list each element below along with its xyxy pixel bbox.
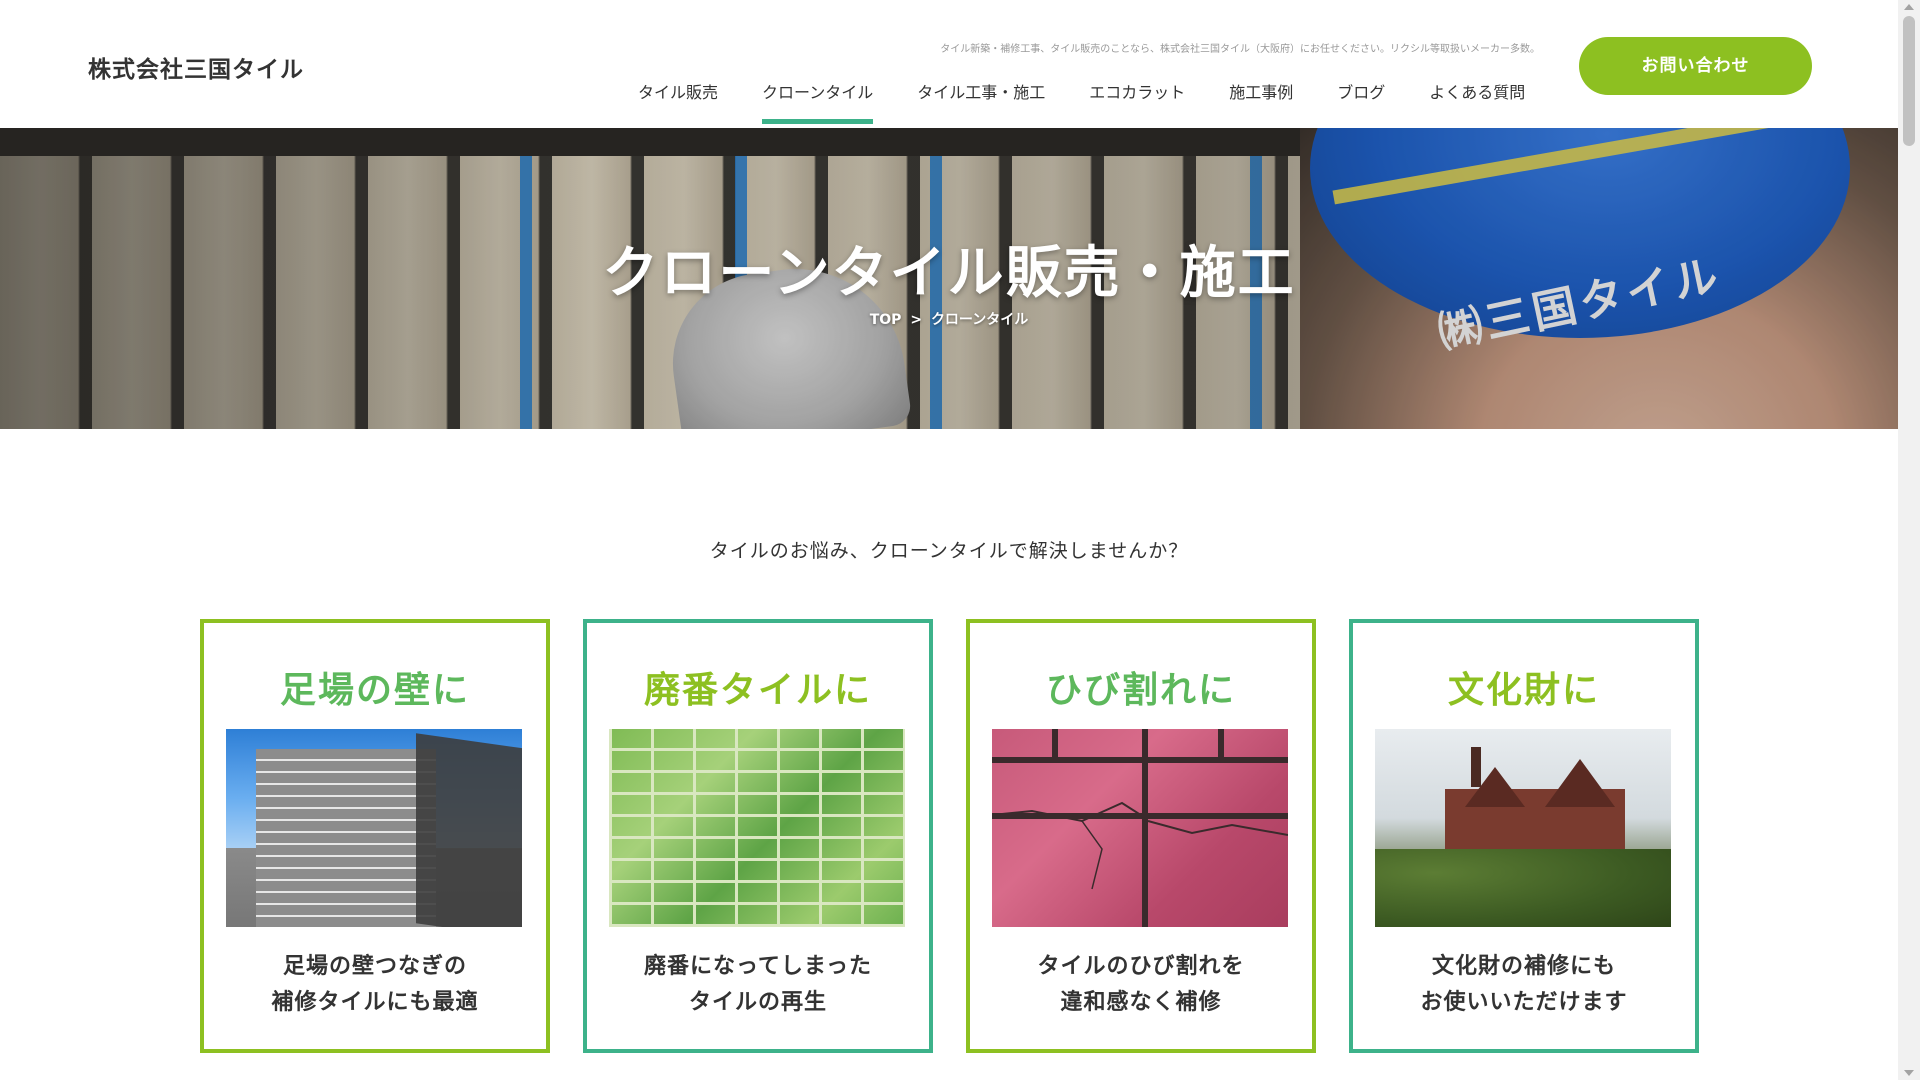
- card-description: 足場の壁つなぎの 補修タイルにも最適: [204, 949, 546, 1021]
- crack-lines: [992, 801, 1288, 890]
- card-line: お使いいただけます: [1420, 990, 1628, 1015]
- breadcrumb: TOP > クローンタイル: [0, 309, 1898, 329]
- card-title: ひび割れに: [1045, 670, 1236, 711]
- card-description: 廃番になってしまった タイルの再生: [587, 949, 929, 1021]
- card-description: タイルのひび割れを 違和感なく補修: [970, 949, 1312, 1021]
- card-title: 文化財に: [1447, 670, 1600, 711]
- contact-button[interactable]: お問い合わせ: [1579, 37, 1812, 95]
- feature-card-cracks: ひび割れに タイルのひび割れを 違和感なく補修: [966, 619, 1316, 1053]
- scaffold-building: [256, 749, 436, 927]
- site-header: 株式会社三国タイル タイル新築・補修工事、タイル販売のことなら、株式会社三国タイ…: [0, 0, 1898, 128]
- nav-item-ecocarat[interactable]: エコカラット: [1067, 80, 1207, 124]
- breadcrumb-home[interactable]: TOP: [870, 312, 902, 328]
- scroll-down-arrow-icon[interactable]: [1904, 1070, 1914, 1076]
- card-title: 足場の壁に: [279, 670, 470, 711]
- card-description: 文化財の補修にも お使いいただけます: [1353, 949, 1695, 1021]
- scaffold-image: [226, 729, 522, 927]
- hero-banner: ㈱三国タイル クローンタイル販売・施工 TOP > クローンタイル: [0, 128, 1898, 429]
- card-line: 文化財の補修にも: [1431, 954, 1616, 979]
- cracked-tile-image: [992, 729, 1288, 927]
- card-line: 違和感なく補修: [1060, 990, 1222, 1015]
- nav-item-case-studies[interactable]: 施工事例: [1207, 80, 1315, 124]
- card-line: 足場の壁つなぎの: [282, 954, 467, 979]
- card-line: タイルの再生: [688, 990, 827, 1015]
- feature-card-heritage: 文化財に 文化財の補修にも お使いいただけます: [1349, 619, 1699, 1053]
- breadcrumb-separator: >: [910, 312, 923, 328]
- site-logo[interactable]: 株式会社三国タイル: [88, 50, 304, 84]
- nav-item-tile-sales[interactable]: タイル販売: [616, 80, 740, 124]
- breadcrumb-current: クローンタイル: [930, 312, 1029, 328]
- heritage-spire: [1471, 747, 1481, 787]
- page-scrollbar[interactable]: [1898, 0, 1920, 1080]
- header-tagline: タイル新築・補修工事、タイル販売のことなら、株式会社三国タイル（大阪府）にお任せ…: [940, 44, 1540, 55]
- heritage-building-image: [1375, 729, 1671, 927]
- lead-text: タイルのお悩み、クローンタイルで解決しませんか？: [709, 540, 1189, 562]
- card-title: 廃番タイルに: [643, 670, 872, 711]
- green-tiles-image: [609, 729, 905, 927]
- card-line: 補修タイルにも最適: [271, 990, 479, 1015]
- scroll-thumb[interactable]: [1903, 16, 1915, 146]
- nav-item-blog[interactable]: ブログ: [1315, 80, 1407, 124]
- nav-item-faq[interactable]: よくある質問: [1407, 80, 1547, 124]
- feature-card-scaffold: 足場の壁に 足場の壁つなぎの 補修タイルにも最適: [200, 619, 550, 1053]
- heritage-roof: [1545, 759, 1615, 807]
- feature-card-discontinued: 廃番タイルに 廃番になってしまった タイルの再生: [583, 619, 933, 1053]
- heritage-trees: [1375, 849, 1671, 927]
- main-nav: タイル販売 クローンタイル タイル工事・施工 エコカラット 施工事例 ブログ よ…: [616, 80, 1547, 124]
- page-title: クローンタイル販売・施工: [602, 241, 1296, 306]
- scroll-up-arrow-icon[interactable]: [1904, 4, 1914, 10]
- nav-item-tile-construction[interactable]: タイル工事・施工: [895, 80, 1067, 124]
- card-line: 廃番になってしまった: [643, 954, 873, 979]
- nav-item-clone-tile[interactable]: クローンタイル: [740, 80, 895, 124]
- card-line: タイルのひび割れを: [1037, 954, 1245, 979]
- scaffold-net: [416, 733, 522, 927]
